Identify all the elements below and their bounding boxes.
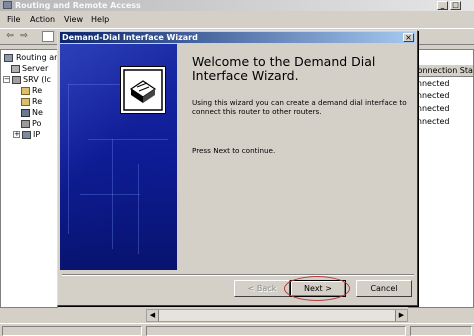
collapse-icon[interactable]: − [3, 76, 10, 83]
forward-arrow-icon[interactable]: ⇨ [18, 31, 30, 42]
wizard-banner [60, 44, 177, 270]
tree-item-label: Re [32, 86, 43, 95]
cancel-button[interactable]: Cancel [356, 280, 412, 297]
server-icon [12, 76, 21, 84]
main-window-title: Routing and Remote Access [15, 1, 141, 10]
status-bar [0, 323, 474, 336]
status-cell-1 [2, 326, 142, 336]
tree-item-label: Ne [32, 108, 43, 117]
expand-icon[interactable]: + [13, 131, 20, 138]
banner-decoration [80, 194, 140, 195]
menu-bar: File Action View Help [0, 12, 474, 27]
tree-item-label: Po [32, 119, 42, 128]
main-window-titlebar[interactable]: Routing and Remote Access _ □ [0, 0, 474, 11]
back-arrow-icon[interactable]: ⇦ [4, 31, 16, 42]
banner-decoration [68, 84, 69, 234]
ports-icon [21, 120, 30, 128]
folder-icon [21, 98, 30, 106]
close-icon[interactable]: × [403, 33, 414, 42]
app-icon [3, 1, 12, 9]
column-header-connection-state[interactable]: Connection State [409, 65, 473, 77]
wizard-instruction: Press Next to continue. [192, 146, 276, 155]
status-cell-2 [146, 326, 406, 336]
wizard-heading: Welcome to the Demand Dial Interface Wiz… [192, 54, 376, 83]
menu-file[interactable]: File [7, 14, 20, 25]
scroll-left-arrow-icon[interactable]: ◀ [147, 310, 159, 321]
dialog-separator [62, 274, 414, 276]
horizontal-scrollbar[interactable]: ◀ ▶ [146, 309, 408, 322]
wizard-description: Using this wizard you can create a deman… [192, 98, 407, 116]
banner-decoration [138, 164, 139, 254]
console-tree: Routing an Server − SRV (lc Re Re Ne Po … [0, 49, 58, 308]
tree-item-label: Routing an [16, 53, 58, 62]
up-level-icon[interactable] [42, 31, 54, 42]
demand-dial-wizard-dialog: Demand-Dial Interface Wizard × Welcome t… [57, 30, 418, 306]
dialog-titlebar[interactable]: Demand-Dial Interface Wizard × [60, 32, 415, 43]
tree-item-label: Server [22, 64, 49, 73]
tree-item-label: Re [32, 97, 43, 106]
status-cell-3 [410, 326, 472, 336]
computer-icon [4, 54, 13, 62]
network-interfaces-icon [21, 109, 30, 117]
menu-view[interactable]: View [64, 14, 83, 25]
minimize-button[interactable]: _ [437, 1, 448, 10]
annotation-circle [284, 276, 350, 301]
scroll-right-arrow-icon[interactable]: ▶ [395, 310, 407, 321]
banner-decoration [88, 139, 168, 140]
maximize-button[interactable]: □ [450, 1, 461, 10]
demand-dial-interface-icon [120, 66, 166, 114]
menu-help[interactable]: Help [91, 14, 109, 25]
menu-action[interactable]: Action [30, 14, 55, 25]
folder-icon [21, 87, 30, 95]
tree-item-label: SRV (lc [23, 75, 51, 84]
back-button[interactable]: < Back [234, 280, 290, 297]
dialog-title: Demand-Dial Interface Wizard [62, 33, 198, 42]
ip-routing-icon [22, 131, 31, 139]
tree-item-label: IP [33, 130, 41, 139]
server-icon [11, 65, 20, 73]
